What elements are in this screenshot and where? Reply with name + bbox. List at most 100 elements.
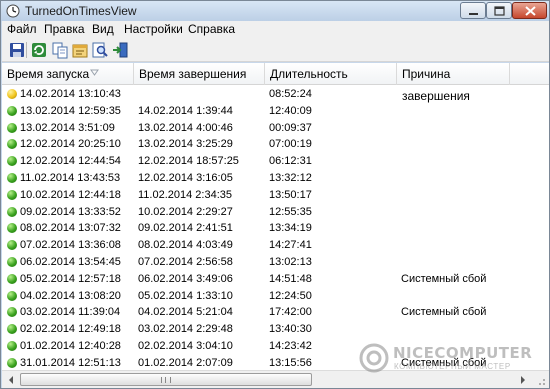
start-time-cell: 02.02.2014 12:49:18 (20, 323, 121, 336)
duration-cell: 14:27:41 (269, 239, 312, 252)
list-header: Время запуска Время завершения Длительно… (2, 63, 549, 103)
properties-icon[interactable] (71, 41, 89, 59)
grip-icon (161, 377, 171, 383)
start-time-cell: 12.02.2014 12:44:54 (20, 155, 121, 168)
duration-cell: 14:51:48 (269, 272, 312, 285)
resize-grip-icon[interactable] (532, 372, 549, 388)
refresh-icon[interactable] (30, 41, 48, 59)
status-dot-icon (7, 139, 17, 150)
menu-edit[interactable]: Правка (44, 22, 85, 37)
times-list[interactable]: Время запуска Время завершения Длительно… (2, 63, 549, 370)
menu-help[interactable]: Справка (188, 22, 235, 37)
watermark-logo-icon (359, 343, 389, 373)
table-row[interactable]: 14.02.2014 13:10:43 08:52:24 (2, 86, 549, 103)
table-row[interactable]: 06.02.2014 13:54:45 07.02.2014 2:56:58 13:… (2, 254, 549, 271)
watermark: NICECOMPUTER КОМПЬЮТЕРНЫЙ МАСТЕР (359, 343, 532, 377)
status-dot-icon (7, 240, 17, 251)
find-icon[interactable] (91, 41, 109, 59)
end-time-cell: 03.02.2014 2:29:48 (138, 323, 233, 336)
duration-cell: 12:40:09 (269, 104, 312, 117)
start-time-cell: 08.02.2014 13:07:32 (20, 222, 121, 235)
duration-cell: 17:42:00 (269, 306, 312, 319)
table-row[interactable]: 05.02.2014 12:57:18 06.02.2014 3:49:06 14:… (2, 271, 549, 288)
duration-cell: 12:55:35 (269, 205, 312, 218)
copy-icon[interactable] (51, 41, 69, 59)
column-header-label: Время завершения (139, 67, 247, 81)
start-time-cell: 13.02.2014 12:59:35 (20, 104, 121, 117)
save-icon[interactable] (8, 41, 26, 59)
status-dot-icon (7, 257, 17, 267)
start-time-cell: 07.02.2014 13:36:08 (20, 239, 121, 252)
table-row[interactable]: 03.02.2014 11:39:04 04.02.2014 5:21:04 17:… (2, 304, 549, 321)
end-time-cell: 13.02.2014 3:25:29 (138, 138, 233, 151)
table-row[interactable]: 13.02.2014 3:51:09 13.02.2014 4:00:46 00:0… (2, 120, 549, 137)
app-icon (6, 4, 20, 18)
end-time-cell: 06.02.2014 3:49:06 (138, 272, 233, 285)
maximize-button[interactable] (486, 2, 512, 19)
column-header-reason[interactable]: Причина завершения (397, 63, 510, 103)
status-dot-icon (7, 307, 17, 318)
table-row[interactable]: 12.02.2014 20:25:10 13.02.2014 3:25:29 07:… (2, 136, 549, 153)
exit-icon[interactable] (111, 41, 129, 59)
end-time-cell: 11.02.2014 2:34:35 (138, 188, 232, 201)
minimize-button[interactable] (460, 2, 486, 19)
reason-cell: Системный сбой (401, 306, 487, 319)
scroll-left-icon[interactable] (3, 372, 20, 388)
table-row[interactable]: 10.02.2014 12:44:18 11.02.2014 2:34:35 13:… (2, 187, 549, 204)
menu-file[interactable]: Файл (7, 22, 37, 37)
end-time-cell: 09.02.2014 2:41:51 (138, 222, 233, 235)
column-header-end[interactable]: Время завершения (134, 63, 265, 85)
start-time-cell: 01.02.2014 12:40:28 (20, 340, 121, 352)
start-time-cell: 13.02.2014 3:51:09 (20, 121, 115, 134)
table-row[interactable]: 07.02.2014 13:36:08 08.02.2014 4:03:49 14:… (2, 237, 549, 254)
status-dot-icon (7, 273, 17, 284)
duration-cell: 13:15:56 (269, 356, 312, 369)
column-header-duration[interactable]: Длительность (265, 63, 397, 85)
duration-cell: 14:23:42 (269, 340, 312, 352)
end-time-cell: 08.02.2014 4:03:49 (138, 239, 233, 252)
status-dot-icon (7, 324, 17, 335)
duration-cell: 00:09:37 (269, 121, 312, 134)
maximize-icon (494, 6, 505, 16)
duration-cell: 13:32:12 (269, 172, 312, 184)
menu-settings[interactable]: Настройки (124, 22, 183, 37)
duration-cell: 12:24:50 (269, 289, 312, 302)
minimize-icon (469, 13, 478, 15)
table-row[interactable]: 12.02.2014 12:44:54 12.02.2014 18:57:25 06… (2, 153, 549, 170)
sort-arrow-icon (90, 69, 99, 76)
watermark-tagline: КОМПЬЮТЕРНЫЙ МАСТЕР (394, 362, 511, 371)
table-row[interactable]: 08.02.2014 13:07:32 09.02.2014 2:41:51 13:… (2, 220, 549, 237)
status-dot-icon (7, 89, 17, 99)
end-time-cell: 13.02.2014 4:00:46 (138, 121, 233, 134)
table-row[interactable]: 04.02.2014 13:08:20 05.02.2014 1:33:10 12:… (2, 288, 549, 305)
status-dot-icon (7, 122, 17, 133)
status-dot-icon (7, 206, 17, 217)
end-time-cell: 14.02.2014 1:39:44 (138, 104, 233, 117)
start-time-cell: 05.02.2014 12:57:18 (20, 272, 121, 285)
menu-view[interactable]: Вид (92, 22, 114, 37)
status-dot-icon (7, 290, 17, 301)
end-time-cell: 04.02.2014 5:21:04 (138, 306, 233, 319)
duration-cell: 13:40:30 (269, 323, 312, 336)
table-row[interactable]: 02.02.2014 12:49:18 03.02.2014 2:29:48 13:… (2, 321, 549, 338)
status-dot-icon (7, 173, 17, 183)
end-time-cell: 12.02.2014 18:57:25 (138, 155, 239, 168)
title-bar[interactable]: TurnedOnTimesView (1, 1, 549, 21)
table-row[interactable]: 11.02.2014 13:43:53 12.02.2014 3:16:05 13:… (2, 170, 549, 187)
start-time-cell: 11.02.2014 13:43:53 (20, 172, 121, 184)
duration-cell: 13:34:19 (269, 222, 312, 235)
status-dot-icon (7, 189, 17, 200)
column-header-start[interactable]: Время запуска (2, 63, 134, 85)
end-time-cell: 12.02.2014 3:16:05 (138, 172, 233, 184)
table-row[interactable]: 13.02.2014 12:59:35 14.02.2014 1:39:44 12:… (2, 103, 549, 120)
scrollbar-thumb[interactable] (20, 373, 312, 386)
watermark-name: NICECOMPUTER (393, 344, 533, 362)
column-header-label: Время запуска (7, 67, 90, 81)
duration-cell: 07:00:19 (269, 138, 312, 151)
status-dot-icon (7, 223, 17, 234)
duration-cell: 13:02:13 (269, 256, 312, 268)
close-button[interactable] (512, 2, 547, 19)
table-row[interactable]: 09.02.2014 13:33:52 10.02.2014 2:29:27 12:… (2, 204, 549, 221)
status-dot-icon (7, 341, 17, 351)
status-dot-icon (7, 105, 17, 116)
